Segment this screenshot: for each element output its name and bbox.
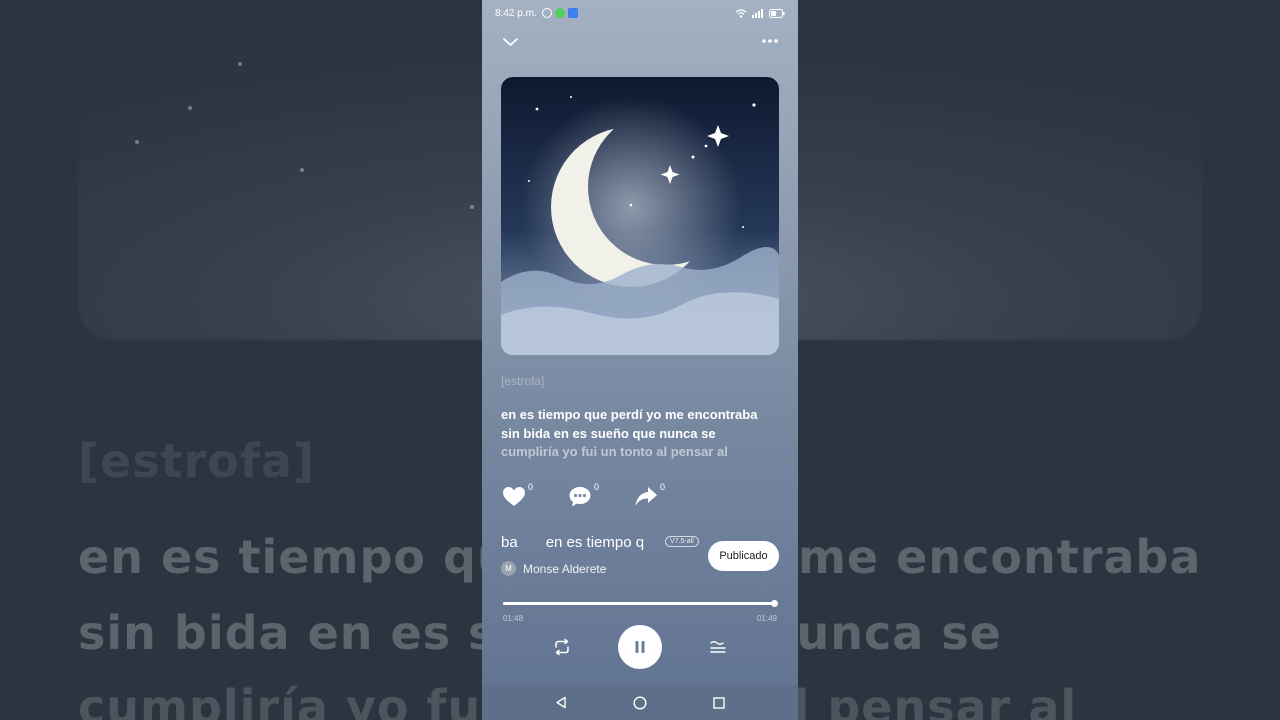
heart-icon [503, 487, 525, 506]
share-count: 0 [660, 482, 666, 492]
author-row[interactable]: M Monse Alderete [501, 561, 606, 576]
background-star [300, 168, 304, 172]
player-screen: 8:42 p.m. [estrofa] en es tiempo que per… [482, 0, 798, 720]
author-avatar: M [501, 561, 516, 576]
chevron-down-icon[interactable] [502, 33, 519, 50]
share-button[interactable]: 0 [633, 482, 666, 510]
status-bar: 8:42 p.m. [482, 0, 798, 26]
signal-icon [752, 8, 763, 18]
version-badge: V7.5-all [665, 536, 699, 547]
comment-button[interactable]: 0 [567, 482, 600, 510]
song-title-marquee: ba en es tiempo q [501, 534, 657, 552]
battery-icon [769, 8, 785, 18]
song-title-head: en es tiempo q [545, 534, 645, 551]
nav-home-button[interactable] [601, 685, 680, 720]
lyric-current-line: en es tiempo que perdí yo me encontraba [501, 407, 758, 422]
more-dots-icon[interactable] [761, 35, 779, 47]
nav-recent-button[interactable] [680, 685, 759, 720]
like-count: 0 [528, 482, 534, 492]
home-icon [633, 695, 647, 710]
background-star [238, 62, 242, 66]
author-name: Monse Alderete [523, 561, 607, 576]
system-nav-bar [482, 685, 798, 720]
share-icon [635, 487, 658, 506]
playlist-icon[interactable] [709, 639, 727, 655]
like-button[interactable]: 0 [501, 482, 534, 510]
comment-icon [569, 487, 591, 507]
progress-bar[interactable] [503, 600, 779, 607]
comment-count: 0 [594, 482, 600, 492]
repeat-icon[interactable] [552, 638, 572, 656]
background-star [188, 106, 192, 110]
nav-back-button[interactable] [522, 685, 601, 720]
action-row: 0 0 0 [501, 482, 699, 510]
recent-apps-icon [713, 696, 725, 709]
current-time: 01:48 [503, 614, 524, 623]
progress-knob[interactable] [771, 600, 779, 607]
song-title-tail: ba [501, 534, 518, 551]
wifi-icon [735, 8, 747, 18]
total-time: 01:49 [756, 614, 777, 623]
background-lyric-tag: [estrofa] [78, 434, 315, 488]
back-icon [556, 696, 566, 709]
lyrics-panel[interactable]: [estrofa] en es tiempo que perdí yo me e… [501, 372, 786, 462]
background-star [135, 140, 139, 144]
lyric-next-line: cumpliría yo fui un tonto al pensar al [501, 444, 728, 459]
album-artwork [501, 77, 779, 355]
background-star [470, 205, 474, 209]
lyric-current-line: sin bida en es sueño que nunca se [501, 425, 716, 441]
whatsapp-icon [554, 8, 565, 18]
lyric-previous-line: [estrofa] [501, 374, 545, 388]
notification-app-icon [541, 8, 552, 18]
pause-icon [635, 641, 645, 653]
video-app-icon [567, 8, 578, 18]
status-time: 8:42 p.m. [495, 7, 537, 19]
progress-fill [503, 602, 775, 605]
pause-button[interactable] [618, 625, 662, 669]
publish-button[interactable]: Publicado [708, 541, 779, 571]
